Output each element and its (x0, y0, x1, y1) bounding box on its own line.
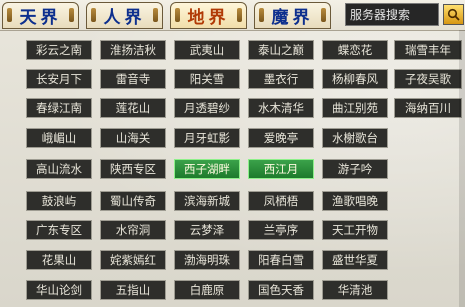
tab-ornament (237, 8, 242, 22)
tab-ornament (175, 8, 180, 22)
magnifier-icon (447, 8, 460, 21)
server-button[interactable]: 广东专区 (26, 220, 92, 240)
server-button[interactable]: 西江月 (248, 159, 314, 179)
tab-ornament (91, 8, 96, 22)
server-button[interactable]: 墨衣行 (248, 69, 314, 89)
tab-ornament (259, 8, 264, 22)
server-button[interactable]: 滨海新城 (174, 191, 240, 211)
server-button[interactable]: 盛世华夏 (322, 250, 388, 270)
server-button[interactable]: 彩云之南 (26, 40, 92, 60)
server-button[interactable]: 花果山 (26, 250, 92, 270)
server-button[interactable]: 华清池 (322, 280, 388, 300)
server-button[interactable]: 春绿江南 (26, 98, 92, 118)
server-button[interactable]: 水榭歌台 (322, 128, 388, 148)
server-button[interactable]: 月牙虹影 (174, 128, 240, 148)
server-button[interactable]: 爱晚亭 (248, 128, 314, 148)
server-button[interactable]: 陕西专区 (100, 159, 166, 179)
server-button[interactable]: 海纳百川 (394, 98, 462, 118)
server-button[interactable]: 姹紫嫣红 (100, 250, 166, 270)
server-button[interactable]: 渔歌唱晚 (322, 191, 388, 211)
tab-label: 地界 (187, 8, 230, 28)
server-button[interactable]: 杨柳春风 (322, 69, 388, 89)
tab-label: 天界 (19, 8, 62, 28)
server-button[interactable]: 渤海明珠 (174, 250, 240, 270)
tab-label: 魔界 (271, 8, 314, 28)
server-button[interactable]: 峨嵋山 (26, 128, 92, 148)
tab-ornament (69, 8, 74, 22)
server-button[interactable]: 长安月下 (26, 69, 92, 89)
server-button[interactable]: 西子湖畔 (174, 159, 240, 179)
server-button[interactable]: 高山流水 (26, 159, 92, 179)
server-button[interactable]: 华山论剑 (26, 280, 92, 300)
server-button[interactable]: 子夜吴歌 (394, 69, 462, 89)
tab-label: 人界 (103, 8, 146, 28)
search-button[interactable] (443, 4, 464, 25)
server-grid: 彩云之南 淮扬洁秋 武夷山 泰山之巅 蝶恋花 瑞雪丰年长安月下 雷音寺 阳关雪 墨衣行 杨柳春风子… (0, 30, 465, 307)
server-button[interactable]: 泰山之巅 (248, 40, 314, 60)
tab-ornament (321, 8, 326, 22)
server-button[interactable]: 五指山 (100, 280, 166, 300)
server-button[interactable]: 瑞雪丰年 (394, 40, 462, 60)
server-button[interactable]: 游子吟 (322, 159, 388, 179)
server-search-input[interactable]: 服务器搜索 (345, 3, 439, 26)
server-button[interactable]: 水木清华 (248, 98, 314, 118)
server-button[interactable]: 月透碧纱 (174, 98, 240, 118)
server-button[interactable]: 凤栖梧 (248, 191, 314, 211)
tab-dijie[interactable]: 地界 (170, 2, 247, 29)
realm-tab-bar: 天界 人界 地界 魔界 服务器搜索 (0, 0, 465, 30)
server-button[interactable]: 蜀山传奇 (100, 191, 166, 211)
server-button[interactable]: 淮扬洁秋 (100, 40, 166, 60)
scrollbar-track[interactable] (459, 30, 465, 307)
server-button[interactable]: 莲花山 (100, 98, 166, 118)
server-button[interactable]: 武夷山 (174, 40, 240, 60)
server-select-window: 天界 人界 地界 魔界 服务器搜索 彩云之南 淮扬洁秋 武夷山 泰山之巅 蝶恋花 瑞雪丰年… (0, 0, 465, 307)
tab-mojie[interactable]: 魔界 (254, 2, 331, 29)
server-button[interactable]: 白鹿原 (174, 280, 240, 300)
server-button[interactable]: 阳关雪 (174, 69, 240, 89)
server-button[interactable]: 水帘洞 (100, 220, 166, 240)
server-button[interactable]: 山海关 (100, 128, 166, 148)
server-button[interactable]: 天工开物 (322, 220, 388, 240)
server-button[interactable]: 兰亭序 (248, 220, 314, 240)
tab-ornament (153, 8, 158, 22)
server-button[interactable]: 雷音寺 (100, 69, 166, 89)
server-button[interactable]: 鼓浪屿 (26, 191, 92, 211)
server-button[interactable]: 云梦泽 (174, 220, 240, 240)
tab-tianjie[interactable]: 天界 (2, 2, 79, 29)
tab-ornament (7, 8, 12, 22)
server-button[interactable]: 国色天香 (248, 280, 314, 300)
server-button[interactable]: 阳春白雪 (248, 250, 314, 270)
tab-renjie[interactable]: 人界 (86, 2, 163, 29)
server-button[interactable]: 曲江别苑 (322, 98, 388, 118)
server-button[interactable]: 蝶恋花 (322, 40, 388, 60)
